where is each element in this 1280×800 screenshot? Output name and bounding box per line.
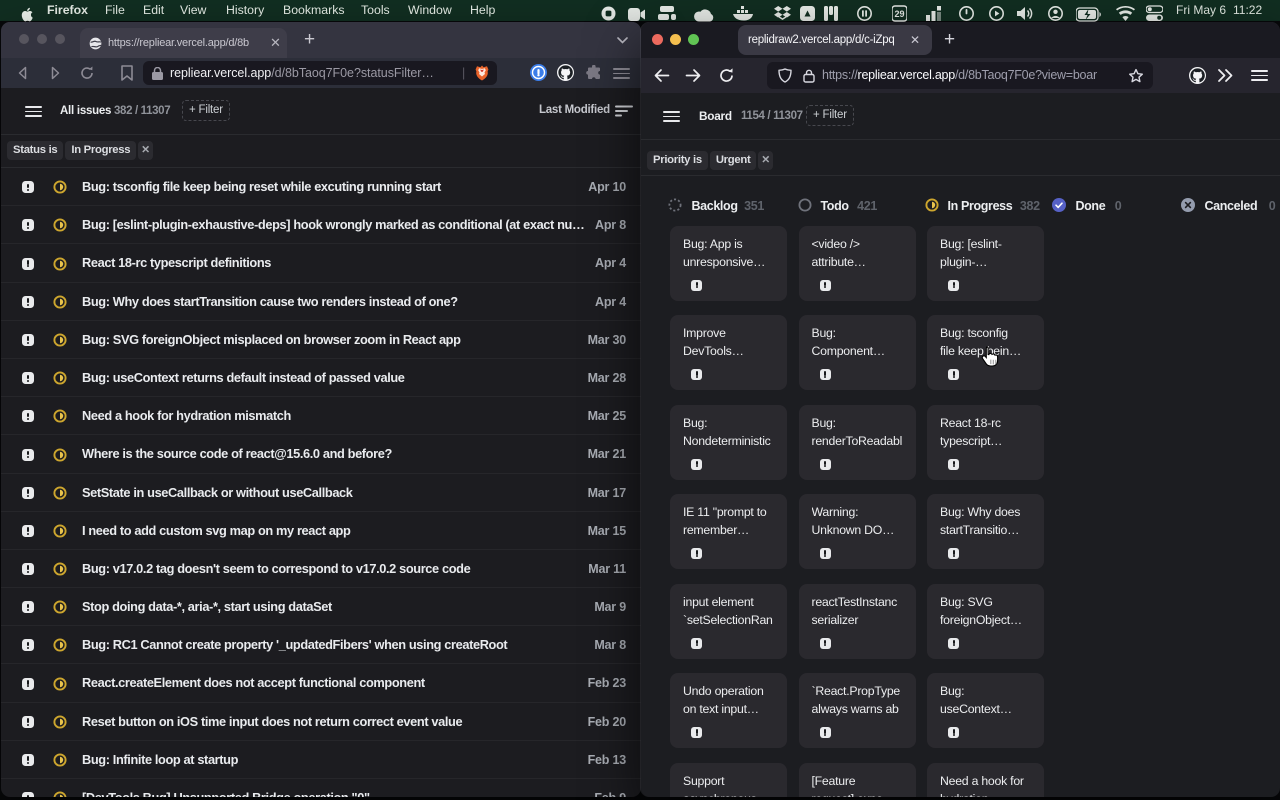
svg-text:29: 29 — [894, 9, 904, 19]
